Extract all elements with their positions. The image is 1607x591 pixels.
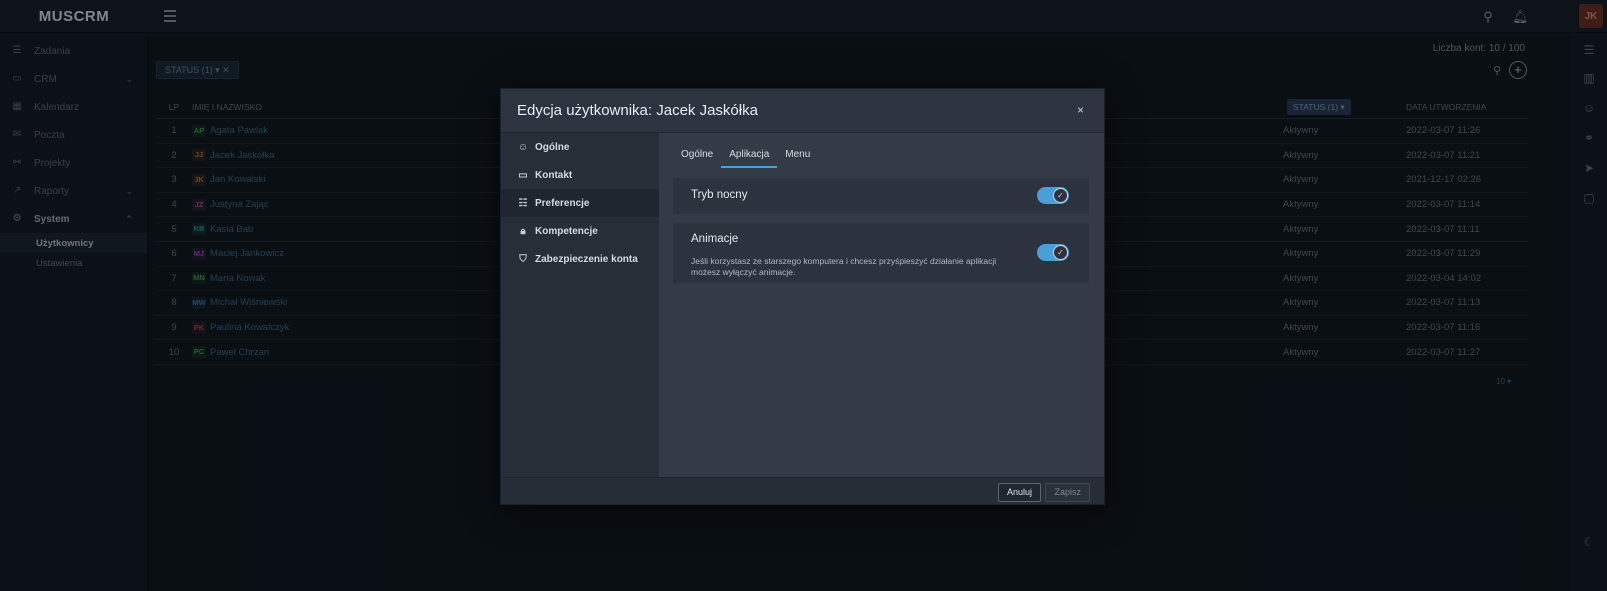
modal-nav-label: Zabezpieczenie konta (535, 253, 638, 265)
edit-user-modal: Edycja użytkownika: Jacek Jaskółka × ☺ O… (500, 88, 1105, 505)
modal-nav-label: Ogólne (535, 141, 570, 153)
setting-description: Jeśli korzystasz ze starszego komputera … (691, 256, 997, 277)
modal-nav-general[interactable]: ☺ Ogólne (501, 133, 659, 161)
user-card-icon: ☺ (517, 141, 529, 153)
setting-card-night-mode: Tryb nocny ✓ (673, 178, 1089, 214)
cancel-button[interactable]: Anuluj (997, 483, 1041, 502)
modal-footer: Anuluj Zapisz (501, 477, 1104, 504)
setting-card-animations: Animacje Jeśli korzystasz ze starszego k… (673, 223, 1089, 283)
tab-menu[interactable]: Menu (777, 145, 818, 168)
setting-title: Tryb nocny (691, 189, 748, 201)
modal-nav-competences[interactable]: 🔒︎ Kompetencje (501, 217, 659, 245)
modal-tabs: Ogólne Aplikacja Menu (673, 145, 818, 168)
night-mode-toggle[interactable]: ✓ (1037, 187, 1069, 204)
modal-panel: Ogólne Aplikacja Menu Tryb nocny ✓ Anima… (659, 133, 1104, 477)
shield-icon: ⛉ (519, 253, 527, 265)
modal-nav-preferences[interactable]: ☷ Preferencje (501, 189, 659, 217)
check-icon: ✓ (1053, 188, 1068, 203)
animations-toggle[interactable]: ✓ (1037, 244, 1069, 261)
modal-title: Edycja użytkownika: Jacek Jaskółka (517, 102, 758, 119)
save-button[interactable]: Zapisz (1045, 483, 1090, 502)
contact-card-icon: ▭ (518, 169, 528, 181)
setting-title: Animacje (691, 233, 739, 245)
modal-header: Edycja użytkownika: Jacek Jaskółka × (501, 89, 1104, 133)
close-icon[interactable]: × (1077, 103, 1084, 117)
modal-nav-label: Kontakt (535, 169, 573, 181)
tab-application[interactable]: Aplikacja (721, 145, 778, 168)
modal-nav-label: Kompetencje (535, 225, 598, 237)
lock-icon: 🔒︎ (520, 225, 526, 237)
sliders-icon: ☷ (518, 197, 528, 209)
modal-nav-contact[interactable]: ▭ Kontakt (501, 161, 659, 189)
modal-nav-security[interactable]: ⛉ Zabezpieczenie konta (501, 245, 659, 273)
modal-nav: ☺ Ogólne ▭ Kontakt ☷ Preferencje 🔒︎ Komp… (501, 133, 659, 477)
modal-nav-label: Preferencje (535, 197, 590, 209)
check-icon: ✓ (1053, 245, 1068, 260)
tab-general[interactable]: Ogólne (673, 145, 721, 168)
